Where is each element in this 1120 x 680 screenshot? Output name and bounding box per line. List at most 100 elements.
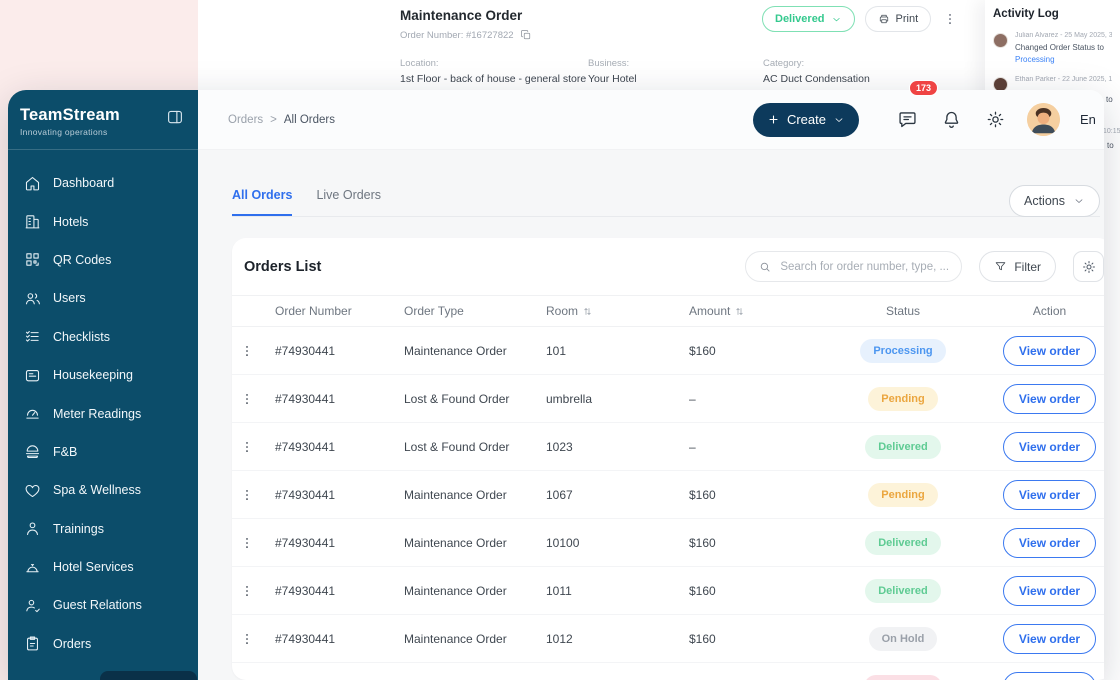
view-order-button[interactable]: View order xyxy=(1003,336,1096,366)
sidebar-collapse-icon[interactable] xyxy=(166,108,184,126)
sidebar-item-trainings[interactable]: Trainings xyxy=(8,510,198,548)
order-detail-kebab-menu[interactable] xyxy=(941,9,959,29)
chat-icon xyxy=(897,109,918,130)
view-order-button[interactable]: View order xyxy=(1003,672,1096,680)
cell-room: 1011 xyxy=(546,584,689,598)
cell-amount: $160 xyxy=(689,584,819,598)
brand-tagline: Innovating operations xyxy=(20,127,120,137)
notifications-button[interactable] xyxy=(939,108,963,132)
view-order-button[interactable]: View order xyxy=(1003,576,1096,606)
cell-order-number: #74930441 xyxy=(261,392,404,406)
sidebar-item-hotel-services[interactable]: Hotel Services xyxy=(8,548,198,586)
gear-icon xyxy=(1081,259,1097,275)
search-input-wrapper xyxy=(745,251,962,282)
cell-room: 10100 xyxy=(546,536,689,550)
language-selector[interactable]: En xyxy=(1080,112,1098,127)
view-order-button[interactable]: View order xyxy=(1003,480,1096,510)
row-menu-icon[interactable] xyxy=(240,583,254,599)
tab-live-orders[interactable]: Live Orders xyxy=(316,184,381,215)
view-order-button[interactable]: View order xyxy=(1003,624,1096,654)
cell-amount: – xyxy=(689,440,819,454)
housekeeping-icon xyxy=(24,367,41,384)
cell-order-type: Maintenance Order xyxy=(404,344,546,358)
chat-unread-badge: 173 xyxy=(909,80,938,96)
status-link[interactable]: Processing xyxy=(1015,55,1112,64)
copy-icon[interactable] xyxy=(520,29,532,41)
chat-button[interactable] xyxy=(895,108,919,132)
dashboard-icon xyxy=(24,175,41,192)
view-order-button[interactable]: View order xyxy=(1003,432,1096,462)
column-order-type: Order Type xyxy=(404,304,546,318)
cell-amount: $160 xyxy=(689,488,819,502)
settings-button[interactable] xyxy=(983,108,1007,132)
search-input[interactable] xyxy=(780,261,949,273)
filter-button[interactable]: Filter xyxy=(979,251,1056,282)
cell-order-type: Lost & Found Order xyxy=(404,440,546,454)
table-row: #74930441 Lost & Found Order umbrella – … xyxy=(232,375,1104,423)
sort-icon[interactable] xyxy=(582,306,593,317)
tab-all-orders[interactable]: All Orders xyxy=(232,184,292,216)
sidebar-nav: Dashboard Hotels QR Codes Users Checklis… xyxy=(8,150,198,663)
orders-list-title: Orders List xyxy=(244,259,728,275)
search-icon xyxy=(758,260,772,274)
sidebar-item-dashboard[interactable]: Dashboard xyxy=(8,164,198,202)
order-status-dropdown[interactable]: Delivered xyxy=(762,6,855,32)
table-row: #74930441 Maintenance Order 1067 $160 Pe… xyxy=(232,471,1104,519)
row-menu-icon[interactable] xyxy=(240,391,254,407)
create-button[interactable]: Create xyxy=(753,103,859,137)
app-window: TeamStream Innovating operations Dashboa… xyxy=(8,90,1104,680)
status-badge: Delivered xyxy=(865,435,941,459)
meter-readings-icon xyxy=(24,405,41,422)
status-badge: Processing xyxy=(860,339,945,363)
sidebar-item-hotels[interactable]: Hotels xyxy=(8,202,198,240)
view-order-button[interactable]: View order xyxy=(1003,528,1096,558)
users-icon xyxy=(24,290,41,307)
field-label-business: Business: xyxy=(588,58,763,69)
cell-amount: $160 xyxy=(689,344,819,358)
chevron-down-icon xyxy=(833,114,845,126)
status-badge: Pending xyxy=(868,483,937,507)
avatar xyxy=(993,33,1008,48)
sidebar-item-users[interactable]: Users xyxy=(8,279,198,317)
cell-order-type: Maintenance Order xyxy=(404,632,546,646)
orders-icon xyxy=(24,635,41,652)
field-value-business: Your Hotel xyxy=(588,73,763,85)
sidebar-item-fnb[interactable]: F&B xyxy=(8,433,198,471)
fnb-icon xyxy=(24,443,41,460)
clipped-text-fragment: 10:15 xyxy=(1103,128,1120,135)
row-menu-icon[interactable] xyxy=(240,631,254,647)
row-menu-icon[interactable] xyxy=(240,439,254,455)
row-menu-icon[interactable] xyxy=(240,487,254,503)
column-order-number: Order Number xyxy=(261,304,404,318)
sidebar-item-spa-wellness[interactable]: Spa & Wellness xyxy=(8,471,198,509)
column-amount: Amount xyxy=(689,304,819,318)
table-row: #74930441 Lost & Found Order 1023 – Deli… xyxy=(232,423,1104,471)
table-settings-button[interactable] xyxy=(1073,251,1104,282)
status-badge: Pending xyxy=(868,387,937,411)
view-order-button[interactable]: View order xyxy=(1003,384,1096,414)
print-button[interactable]: Print xyxy=(865,6,932,32)
brand-logo: TeamStream xyxy=(20,106,120,125)
sort-icon[interactable] xyxy=(734,306,745,317)
field-value-category: AC Duct Condensation xyxy=(763,73,870,85)
sidebar-item-guest-relations[interactable]: Guest Relations xyxy=(8,586,198,624)
actions-button[interactable]: Actions xyxy=(1009,185,1100,217)
sidebar-item-housekeeping[interactable]: Housekeeping xyxy=(8,356,198,394)
avatar[interactable] xyxy=(1027,103,1060,136)
sidebar-item-checklists[interactable]: Checklists xyxy=(8,318,198,356)
cell-amount: $160 xyxy=(689,632,819,646)
field-value-location: 1st Floor - back of house - general stor… xyxy=(400,73,588,85)
cell-order-type: Maintenance Order xyxy=(404,584,546,598)
status-badge: Delivered xyxy=(865,531,941,555)
sidebar-item-meter-readings[interactable]: Meter Readings xyxy=(8,394,198,432)
breadcrumb-orders[interactable]: Orders xyxy=(228,114,263,126)
checklists-icon xyxy=(24,328,41,345)
cell-order-type: Maintenance Order xyxy=(404,536,546,550)
cell-order-number: #74930441 xyxy=(261,584,404,598)
sidebar-item-qr-codes[interactable]: QR Codes xyxy=(8,241,198,279)
cell-room: umbrella xyxy=(546,392,689,406)
cell-room: 1012 xyxy=(546,632,689,646)
row-menu-icon[interactable] xyxy=(240,535,254,551)
sidebar-item-orders[interactable]: Orders xyxy=(8,625,198,663)
row-menu-icon[interactable] xyxy=(240,343,254,359)
